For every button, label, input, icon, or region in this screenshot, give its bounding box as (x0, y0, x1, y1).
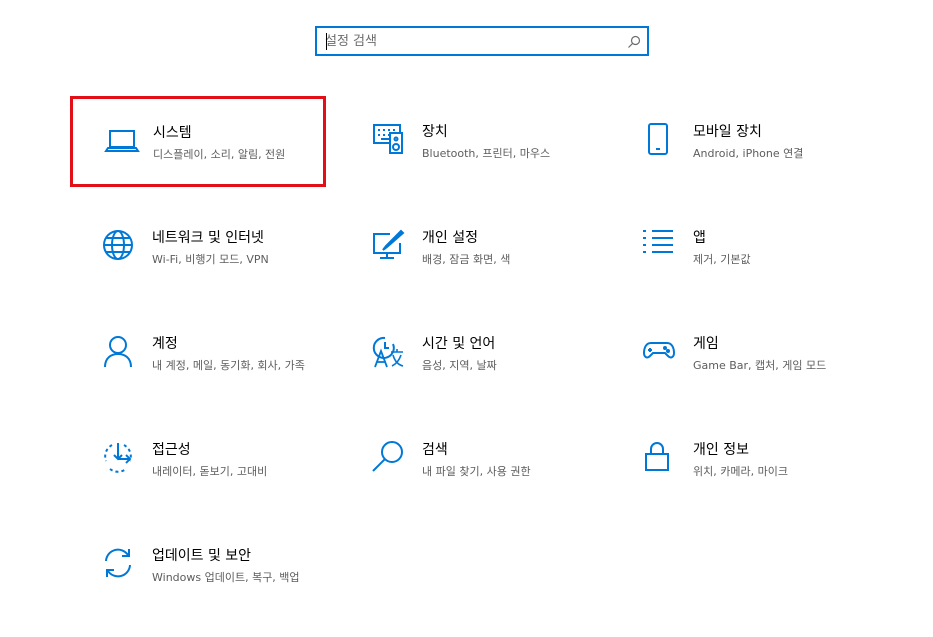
tile-system[interactable]: 시스템 디스플레이, 소리, 알림, 전원 (70, 96, 326, 187)
tile-mobile[interactable]: 모바일 장치 Android, iPhone 연결 (643, 123, 893, 213)
gamepad-icon (642, 335, 679, 371)
apps-list-icon (643, 229, 679, 265)
tile-accounts[interactable]: 계정 내 계정, 메일, 동기화, 회사, 가족 (102, 335, 352, 425)
tile-subtitle: 내 파일 찾기, 사용 권한 (422, 465, 531, 478)
tile-subtitle: 디스플레이, 소리, 알림, 전원 (153, 148, 286, 161)
tile-subtitle: 내 계정, 메일, 동기화, 회사, 가족 (152, 359, 305, 372)
tile-network[interactable]: 네트워크 및 인터넷 Wi-Fi, 비행기 모드, VPN (102, 229, 352, 319)
tile-subtitle: Windows 업데이트, 복구, 백업 (152, 571, 300, 584)
lock-icon (643, 441, 679, 477)
search-box[interactable] (315, 26, 649, 56)
tile-title: 개인 설정 (422, 230, 478, 246)
tile-gaming[interactable]: 게임 Game Bar, 캡처, 게임 모드 (642, 335, 893, 425)
tile-title: 개인 정보 (693, 442, 749, 458)
tile-subtitle: Bluetooth, 프린터, 마우스 (422, 147, 551, 160)
phone-icon (643, 123, 679, 159)
tile-title: 계정 (152, 336, 178, 352)
tile-subtitle: 내레이터, 돋보기, 고대비 (152, 465, 268, 478)
tile-ease-of-access[interactable]: 접근성 내레이터, 돋보기, 고대비 (102, 441, 352, 531)
tile-title: 장치 (422, 124, 448, 140)
tile-subtitle: 배경, 잠금 화면, 색 (422, 253, 511, 266)
tile-title: 시스템 (153, 125, 192, 141)
tile-time-language[interactable]: 시간 및 언어 음성, 지역, 날짜 (372, 335, 622, 425)
text-cursor (326, 33, 327, 50)
tile-privacy[interactable]: 개인 정보 위치, 카메라, 마이크 (643, 441, 893, 531)
tile-title: 게임 (693, 336, 719, 352)
tile-title: 접근성 (152, 442, 191, 458)
keyboard-speaker-icon (372, 123, 408, 159)
personalization-icon (372, 229, 408, 265)
tile-devices[interactable]: 장치 Bluetooth, 프린터, 마우스 (372, 123, 622, 213)
tile-title: 네트워크 및 인터넷 (152, 230, 264, 246)
ease-of-access-icon (102, 441, 138, 477)
tile-title: 검색 (422, 442, 448, 458)
tile-subtitle: Android, iPhone 연결 (693, 147, 804, 160)
search-icon[interactable] (627, 34, 641, 53)
tile-title: 앱 (693, 230, 706, 246)
tile-subtitle: 위치, 카메라, 마이크 (693, 465, 788, 478)
search-input[interactable] (325, 31, 615, 51)
globe-icon (102, 229, 138, 265)
tile-subtitle: 제거, 기본값 (693, 253, 751, 266)
tile-subtitle: Game Bar, 캡처, 게임 모드 (693, 359, 827, 372)
tile-personalization[interactable]: 개인 설정 배경, 잠금 화면, 색 (372, 229, 622, 319)
time-language-icon (372, 335, 408, 371)
search-icon (372, 441, 408, 477)
tile-update-security[interactable]: 업데이트 및 보안 Windows 업데이트, 복구, 백업 (102, 547, 352, 637)
tile-subtitle: Wi-Fi, 비행기 모드, VPN (152, 253, 269, 266)
tile-title: 모바일 장치 (693, 124, 762, 140)
sync-icon (102, 547, 138, 583)
tile-title: 시간 및 언어 (422, 336, 496, 352)
tile-apps[interactable]: 앱 제거, 기본값 (643, 229, 893, 319)
tile-subtitle: 음성, 지역, 날짜 (422, 359, 497, 372)
tile-title: 업데이트 및 보안 (152, 548, 252, 564)
tile-search[interactable]: 검색 내 파일 찾기, 사용 권한 (372, 441, 622, 531)
laptop-icon (104, 124, 140, 160)
person-icon (102, 335, 138, 371)
